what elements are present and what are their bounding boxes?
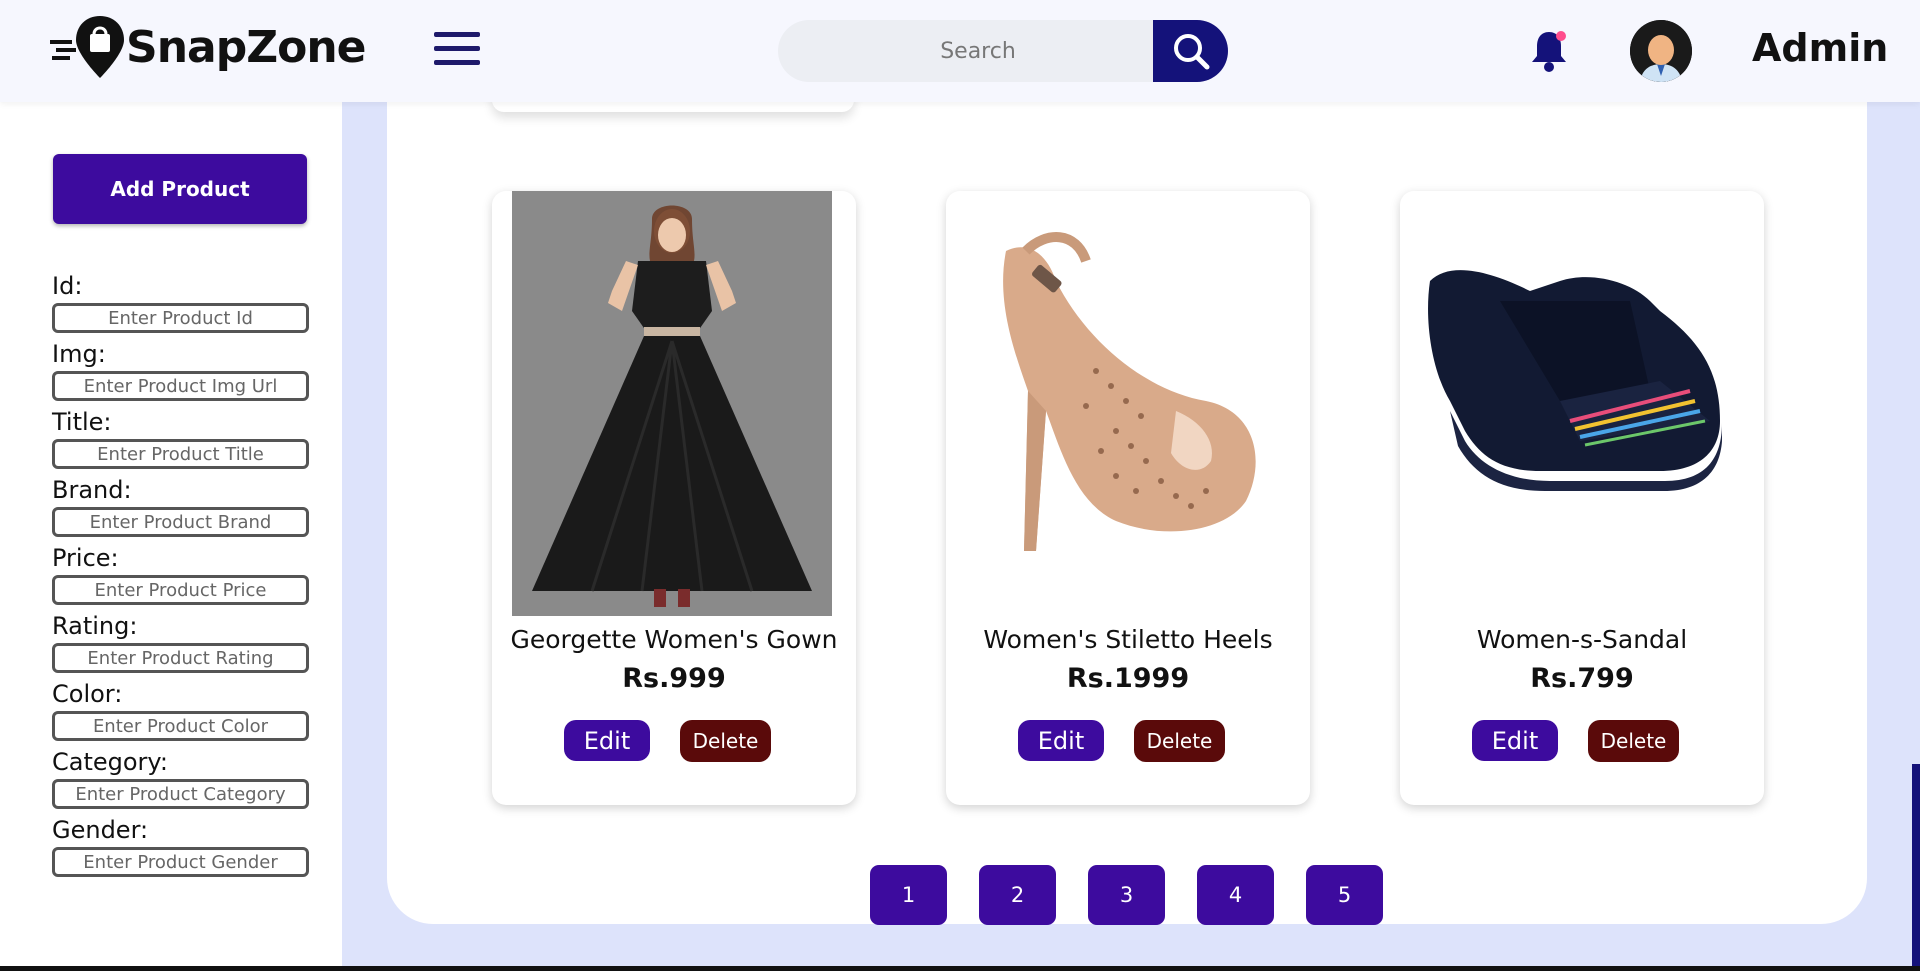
avatar[interactable] <box>1630 20 1692 82</box>
page-button-3[interactable]: 3 <box>1088 865 1165 925</box>
shopping-bag-pin-icon <box>50 12 130 82</box>
app-logo[interactable]: SnapZone <box>50 12 366 82</box>
product-card: Georgette Women's Gown Rs.999 Edit Delet… <box>492 191 856 805</box>
search-icon <box>1173 34 1209 70</box>
page-button-2[interactable]: 2 <box>979 865 1056 925</box>
field-label-title: Title: <box>52 408 112 436</box>
product-panel: Georgette Women's Gown Rs.999 Edit Delet… <box>387 60 1867 925</box>
edit-button[interactable]: Edit <box>1472 720 1558 761</box>
field-label-id: Id: <box>52 272 83 300</box>
field-label-gender: Gender: <box>52 816 149 844</box>
product-rating-input[interactable] <box>52 643 309 673</box>
product-img-input[interactable] <box>52 371 309 401</box>
search-button[interactable] <box>1153 20 1228 82</box>
add-product-button[interactable]: Add Product <box>53 154 307 224</box>
product-brand-input[interactable] <box>52 507 309 537</box>
field-label-rating: Rating: <box>52 612 138 640</box>
product-title: Georgette Women's Gown <box>510 625 838 654</box>
top-header: SnapZone Admin <box>0 0 1920 102</box>
field-label-price: Price: <box>52 544 119 572</box>
product-price: Rs.799 <box>1530 663 1634 694</box>
product-category-input[interactable] <box>52 779 309 809</box>
page-button-1[interactable]: 1 <box>870 865 947 925</box>
product-price-input[interactable] <box>52 575 309 605</box>
user-name: Admin <box>1752 26 1889 70</box>
menu-icon[interactable] <box>434 32 482 72</box>
product-form: Id: Img: Title: Brand: Price: Rating: Co… <box>52 269 312 881</box>
product-color-input[interactable] <box>52 711 309 741</box>
window-bottom-edge <box>0 966 1920 971</box>
field-label-color: Color: <box>52 680 123 708</box>
product-image-gown <box>512 191 832 616</box>
page-button-5[interactable]: 5 <box>1306 865 1383 925</box>
page-button-4[interactable]: 4 <box>1197 865 1274 925</box>
app-name: SnapZone <box>126 21 366 73</box>
field-label-category: Category: <box>52 748 168 776</box>
notification-bell-icon[interactable] <box>1528 28 1570 74</box>
product-price: Rs.999 <box>622 663 726 694</box>
product-title: Women-s-Sandal <box>1476 625 1688 654</box>
product-image-heels <box>966 191 1286 616</box>
search-bar <box>778 20 1228 82</box>
product-gender-input[interactable] <box>52 847 309 877</box>
sidebar: Add Product Id: Img: Title: Brand: Price… <box>0 102 342 971</box>
edit-button[interactable]: Edit <box>564 720 650 761</box>
product-card: Women's Stiletto Heels Rs.1999 Edit Dele… <box>946 191 1310 805</box>
product-price: Rs.1999 <box>1066 663 1190 694</box>
delete-button[interactable]: Delete <box>1588 720 1679 762</box>
delete-button[interactable]: Delete <box>1134 720 1225 762</box>
edit-button[interactable]: Edit <box>1018 720 1104 761</box>
product-title-input[interactable] <box>52 439 309 469</box>
product-image-sandal <box>1420 191 1740 616</box>
field-label-brand: Brand: <box>52 476 132 504</box>
delete-button[interactable]: Delete <box>680 720 771 762</box>
scrollbar-thumb[interactable] <box>1912 764 1920 971</box>
product-card: Women-s-Sandal Rs.799 Edit Delete <box>1400 191 1764 805</box>
search-input[interactable] <box>778 20 1178 82</box>
field-label-img: Img: <box>52 340 106 368</box>
product-id-input[interactable] <box>52 303 309 333</box>
product-title: Women's Stiletto Heels <box>983 625 1273 654</box>
